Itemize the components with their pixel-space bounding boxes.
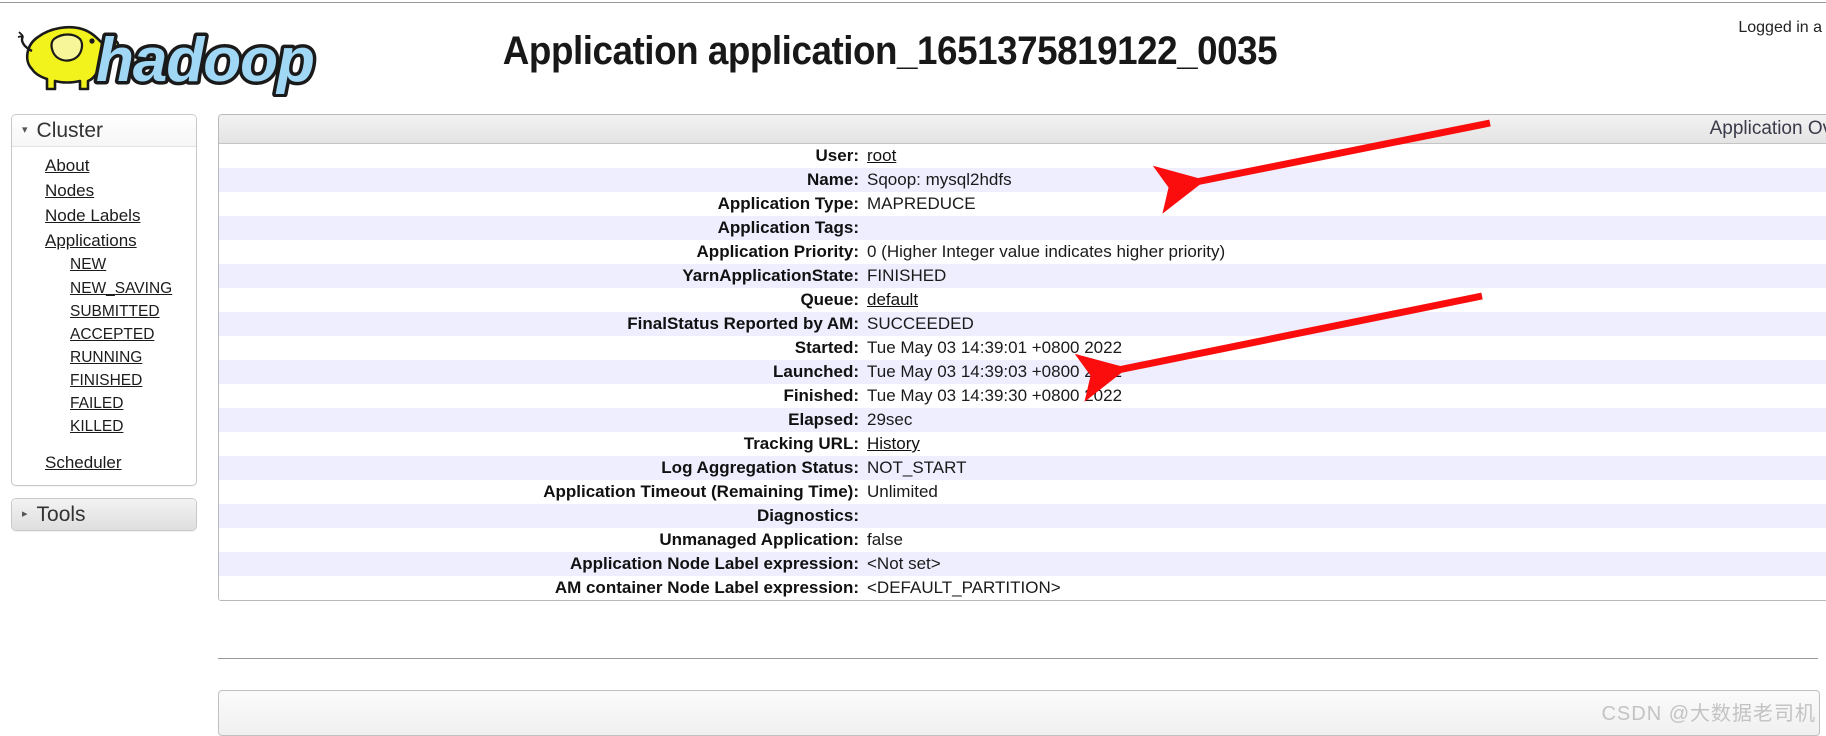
table-row: Application Priority: 0 (Higher Integer v… [219, 240, 1826, 264]
row-key: Name: [807, 170, 859, 189]
row-value: 29sec [867, 410, 913, 429]
row-value: root [865, 146, 1826, 166]
row-key: Launched: [773, 362, 859, 381]
sidebar-item-about[interactable]: About [12, 153, 196, 178]
table-row: Unmanaged Application: false [219, 528, 1826, 552]
row-value: Sqoop: mysql2hdfs [867, 170, 1012, 189]
row-value: Unlimited [867, 482, 938, 501]
table-row: Name: Sqoop: mysql2hdfs [219, 168, 1826, 192]
sidebar-item-state-finished[interactable]: FINISHED [12, 369, 196, 392]
sidebar-tools-header[interactable]: ▸ Tools [12, 499, 196, 531]
bottom-panel [218, 690, 1820, 736]
row-key: Tracking URL: [743, 434, 859, 453]
sidebar-cluster-body: About Nodes Node Labels Applications NEW… [12, 146, 196, 485]
row-value: Tue May 03 14:39:30 +0800 2022 [867, 386, 1123, 405]
svg-text:hadoop: hadoop [96, 26, 314, 95]
table-row: Application Type: MAPREDUCE [219, 192, 1826, 216]
row-value: <DEFAULT_PARTITION> [867, 578, 1061, 597]
bottom-divider [218, 658, 1818, 659]
sidebar-panel-tools[interactable]: ▸ Tools [11, 498, 197, 532]
row-key: Finished: [783, 386, 859, 405]
row-value: <Not set> [867, 554, 941, 573]
row-value: Tue May 03 14:39:01 +0800 2022 [867, 338, 1123, 357]
csdn-watermark: CSDN @大数据老司机 [1601, 703, 1816, 725]
row-value: 0 (Higher Integer value indicates higher… [867, 242, 1226, 261]
sidebar-item-state-killed[interactable]: KILLED [12, 415, 196, 438]
row-key: Unmanaged Application: [659, 530, 859, 549]
row-key: Elapsed: [788, 410, 859, 429]
sidebar-tools-label: Tools [36, 502, 86, 526]
table-row: Elapsed: 29sec [219, 408, 1826, 432]
table-row: User: root [219, 144, 1826, 168]
table-row: Finished: Tue May 03 14:39:30 +0800 2022 [219, 384, 1826, 408]
page-title: Application application_1651375819122_00… [502, 29, 1278, 73]
sidebar-item-state-failed[interactable]: FAILED [12, 392, 196, 415]
row-key: Diagnostics: [756, 506, 859, 525]
row-key: Log Aggregation Status: [661, 458, 859, 477]
row-value: SUCCEEDED [867, 314, 974, 333]
table-body: User: root Name: Sqoop: mysql2hdfs Applicati… [219, 144, 1826, 600]
hadoop-logo: hadoop hadoop [10, 11, 340, 97]
row-key: Application Priority: [696, 242, 859, 261]
table-row: YarnApplicationState: FINISHED [219, 264, 1826, 288]
sidebar-item-scheduler[interactable]: Scheduler [12, 450, 196, 475]
sidebar-item-state-new[interactable]: NEW [12, 253, 196, 276]
sidebar-item-state-running[interactable]: RUNNING [12, 346, 196, 369]
table-row: Launched: Tue May 03 14:39:03 +0800 2022 [219, 360, 1826, 384]
application-overview-table: Application Over User: root Name: Sqoop: my… [218, 114, 1826, 601]
row-value: History [865, 434, 1826, 454]
chevron-down-icon[interactable]: ▾ [22, 125, 28, 136]
table-row: Application Timeout (Remaining Time): Unl… [219, 480, 1826, 504]
row-key: FinalStatus Reported by AM: [627, 314, 859, 333]
row-value-link[interactable]: root [867, 146, 896, 165]
row-value: NOT_START [867, 458, 967, 477]
table-row: Queue: default [219, 288, 1826, 312]
table-row: Log Aggregation Status: NOT_START [219, 456, 1826, 480]
table-row: Tracking URL: History [219, 432, 1826, 456]
row-key: User: [815, 146, 859, 165]
row-value-link[interactable]: default [867, 290, 918, 309]
table-row: Application Node Label expression: <Not s… [219, 552, 1826, 576]
sidebar-cluster-header[interactable]: ▾ Cluster [12, 115, 196, 146]
sidebar-panel-cluster: ▾ Cluster About Nodes Node Labels Applic… [11, 114, 197, 487]
row-key: Started: [794, 338, 859, 357]
row-value: Tue May 03 14:39:03 +0800 2022 [867, 362, 1123, 381]
sidebar-item-state-accepted[interactable]: ACCEPTED [12, 323, 196, 346]
table-row: AM container Node Label expression: <DEFA… [219, 576, 1826, 600]
table-row: Started: Tue May 03 14:39:01 +0800 2022 [219, 336, 1826, 360]
row-key: Application Tags: [717, 218, 859, 237]
table-header-bar: Application Over [219, 115, 1826, 144]
main-content: Application Over User: root Name: Sqoop: my… [218, 114, 1826, 601]
row-key: Application Node Label expression: [569, 554, 859, 573]
row-value: false [867, 530, 903, 549]
table-row: Diagnostics: [219, 504, 1826, 528]
row-value: FINISHED [867, 266, 947, 285]
sidebar-item-applications[interactable]: Applications [12, 228, 196, 253]
row-key: Application Type: [717, 194, 859, 213]
chevron-right-icon[interactable]: ▸ [22, 509, 28, 520]
row-key: Queue: [800, 290, 859, 309]
sidebar-item-nodes[interactable]: Nodes [12, 178, 196, 203]
sidebar-cluster-label: Cluster [36, 118, 104, 142]
sidebar-item-state-new-saving[interactable]: NEW_SAVING [12, 277, 196, 300]
page-header: hadoop hadoop Application application_16… [0, 3, 1826, 107]
logged-in-label: Logged in a [1738, 19, 1822, 36]
row-key: Application Timeout (Remaining Time): [543, 482, 859, 501]
row-value-link[interactable]: History [867, 434, 920, 453]
row-value: MAPREDUCE [867, 194, 976, 213]
row-key: YarnApplicationState: [682, 266, 859, 285]
row-value: default [865, 290, 1826, 310]
table-row: FinalStatus Reported by AM: SUCCEEDED [219, 312, 1826, 336]
sidebar: ▾ Cluster About Nodes Node Labels Applic… [11, 114, 197, 543]
sidebar-item-node-labels[interactable]: Node Labels [12, 203, 196, 228]
table-row: Application Tags: [219, 216, 1826, 240]
row-key: AM container Node Label expression: [554, 578, 859, 597]
table-header-label: Application Over [1709, 118, 1826, 139]
sidebar-item-state-submitted[interactable]: SUBMITTED [12, 300, 196, 323]
